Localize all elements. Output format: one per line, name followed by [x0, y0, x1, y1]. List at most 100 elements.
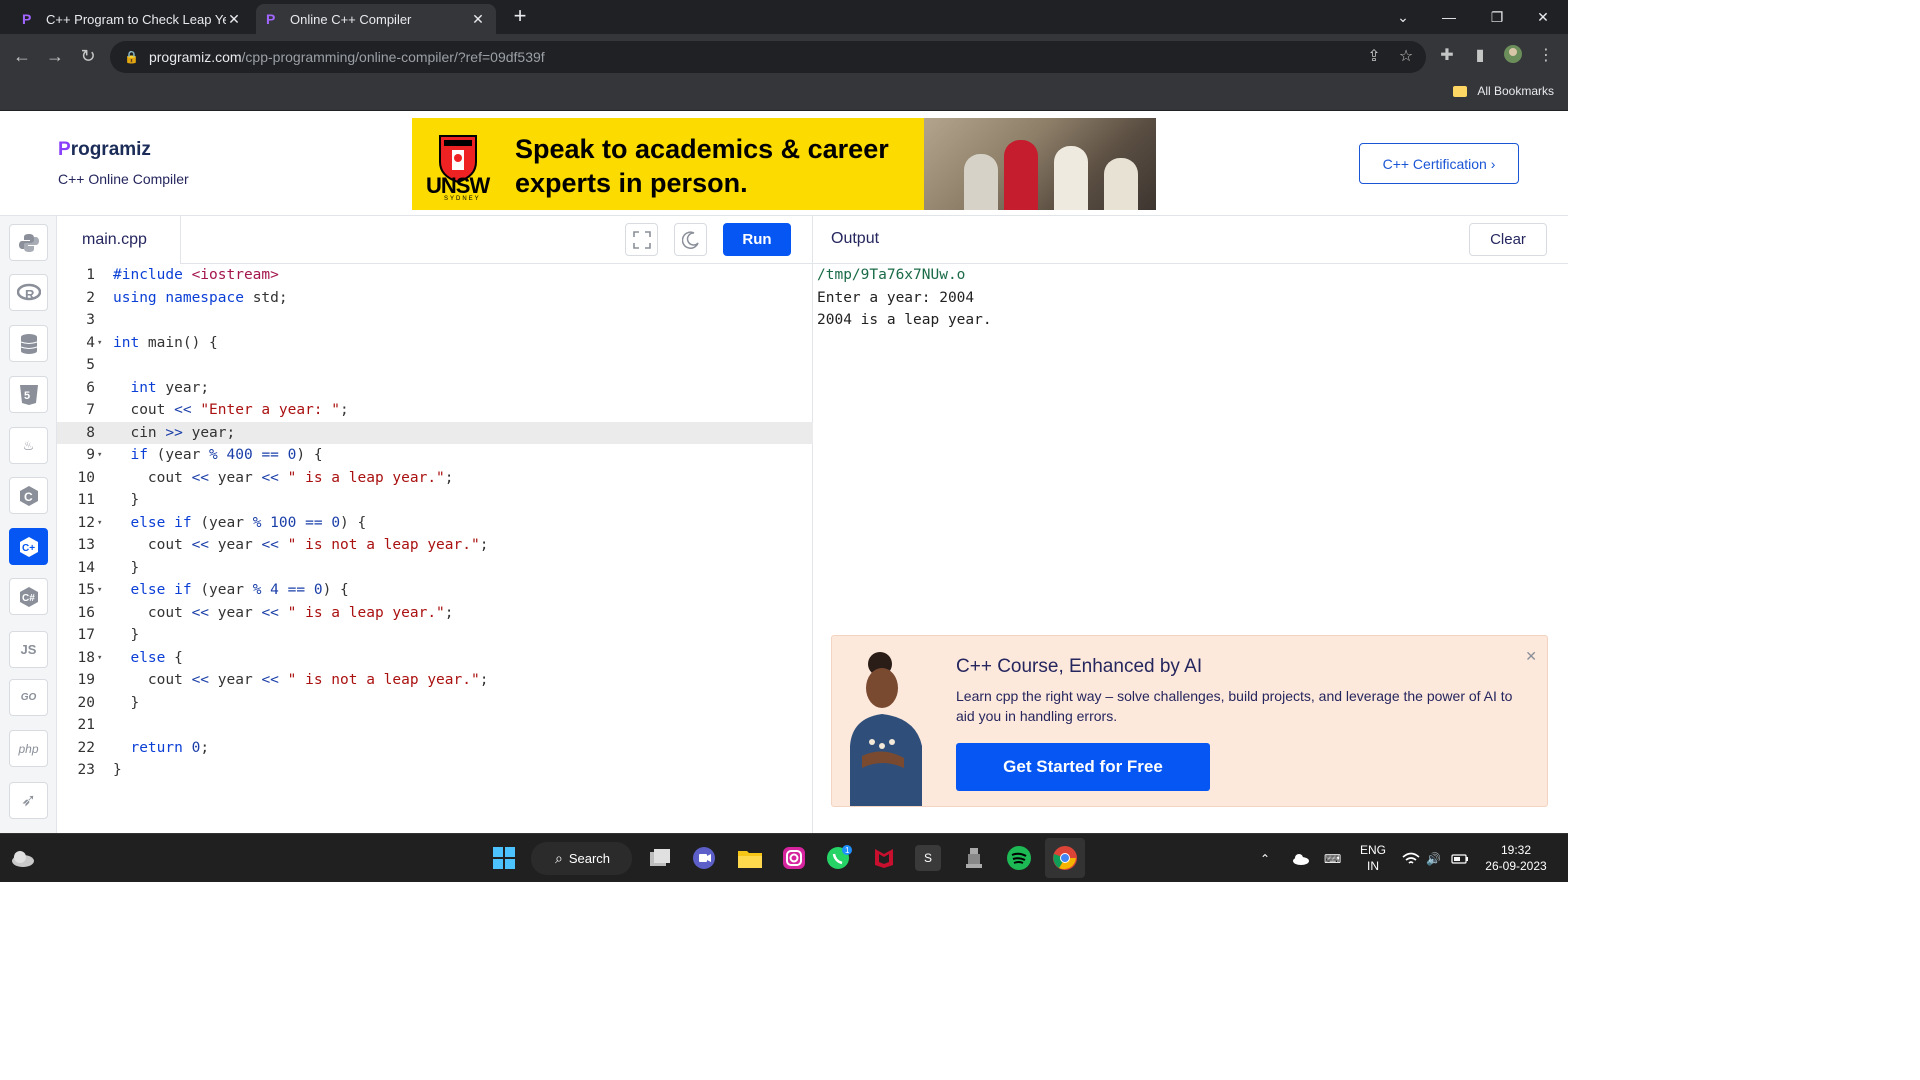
file-explorer-icon[interactable] — [736, 844, 764, 872]
output-console[interactable]: /tmp/9Ta76x7NUw.o Enter a year: 2004 200… — [817, 264, 992, 332]
html5-icon[interactable]: 5 — [9, 376, 48, 413]
code-line[interactable]: 10 cout << year << " is a leap year."; — [57, 467, 813, 490]
weather-icon[interactable] — [9, 844, 37, 872]
code-line[interactable]: 13 cout << year << " is not a leap year.… — [57, 534, 813, 557]
whatsapp-icon[interactable]: 1 — [825, 844, 853, 872]
code-line[interactable]: 11 } — [57, 489, 813, 512]
close-ad-icon[interactable]: ✕ — [1525, 648, 1537, 665]
extensions-icon[interactable]: ✚ — [1435, 44, 1459, 68]
fold-arrow-icon[interactable]: ▾ — [97, 332, 102, 355]
onedrive-icon[interactable] — [1292, 834, 1310, 883]
go-icon[interactable]: GO — [9, 679, 48, 716]
csharp-icon[interactable]: C# — [9, 578, 48, 615]
tab-search-icon[interactable]: ⌄ — [1380, 0, 1426, 34]
cpp-icon[interactable]: C+ — [9, 528, 48, 565]
programiz-logo[interactable]: Programiz — [58, 139, 151, 161]
mcafee-icon[interactable] — [870, 844, 898, 872]
side-panel-icon[interactable]: ▮ — [1468, 44, 1492, 68]
python-icon[interactable] — [9, 224, 48, 261]
code-line[interactable]: 5 — [57, 354, 813, 377]
instagram-icon[interactable] — [780, 844, 808, 872]
minimize-icon[interactable]: — — [1426, 0, 1472, 34]
chrome-icon[interactable] — [1045, 838, 1085, 878]
output-header: Output Clear — [813, 216, 1568, 264]
get-started-button[interactable]: Get Started for Free — [956, 743, 1210, 791]
fold-arrow-icon[interactable]: ▾ — [97, 512, 102, 535]
dark-mode-icon[interactable] — [674, 223, 707, 256]
close-window-icon[interactable]: ✕ — [1520, 0, 1566, 34]
new-tab-icon[interactable]: + — [508, 5, 532, 29]
address-bar[interactable]: 🔒 programiz.com/cpp-programming/online-c… — [110, 41, 1426, 73]
code-line[interactable]: 6 int year; — [57, 377, 813, 400]
file-tab-main-cpp[interactable]: main.cpp — [57, 216, 181, 264]
unsw-ad-banner[interactable]: UNSW SYDNEY Speak to academics & career … — [412, 118, 1156, 210]
r-icon[interactable]: R — [9, 274, 48, 311]
code-line[interactable]: 15 ▾ else if (year % 4 == 0) { — [57, 579, 813, 602]
fold-arrow-icon[interactable]: ▾ — [97, 579, 102, 602]
fold-arrow-icon[interactable]: ▾ — [97, 647, 102, 670]
code-line[interactable]: 12 ▾ else if (year % 100 == 0) { — [57, 512, 813, 535]
task-view-icon[interactable] — [646, 844, 674, 872]
back-icon[interactable]: ← — [10, 44, 34, 68]
code-line[interactable]: 3 — [57, 309, 813, 332]
code-line[interactable]: 20 } — [57, 692, 813, 715]
close-tab-icon[interactable]: ✕ — [226, 11, 242, 28]
swift-icon[interactable]: ➶ — [9, 782, 48, 819]
browser-tab-leap-year[interactable]: P C++ Program to Check Leap Year ✕ — [12, 4, 252, 34]
c-icon[interactable]: C — [9, 477, 48, 514]
fullscreen-icon[interactable] — [625, 223, 658, 256]
code-line[interactable]: 4 ▾ int main() { — [57, 332, 813, 355]
line-number: 5 — [86, 357, 95, 373]
browser-tab-compiler[interactable]: P Online C++ Compiler ✕ — [256, 4, 496, 34]
taskbar-search[interactable]: ⌕ Search — [531, 842, 632, 875]
code-line[interactable]: 7 cout << "Enter a year: "; — [57, 399, 813, 422]
wifi-icon[interactable] — [1402, 834, 1420, 883]
code-line[interactable]: 1 #include <iostream> — [57, 264, 813, 287]
code-line[interactable]: 16 cout << year << " is a leap year."; — [57, 602, 813, 625]
system-clock[interactable]: 19:32 26-09-2023 — [1480, 842, 1552, 874]
all-bookmarks[interactable]: All Bookmarks — [1453, 84, 1554, 98]
windows-start-icon[interactable] — [490, 844, 518, 872]
profile-avatar[interactable] — [1501, 44, 1525, 68]
code-line[interactable]: 8 cin >> year; — [57, 421, 813, 444]
course-ad-card: C++ Course, Enhanced by AI Learn cpp the… — [831, 635, 1548, 807]
keyboard-icon[interactable]: ⌨ — [1324, 834, 1341, 883]
spotify-icon[interactable] — [1005, 844, 1033, 872]
code-line[interactable]: 14 } — [57, 557, 813, 580]
close-tab-icon[interactable]: ✕ — [470, 11, 486, 28]
php-icon[interactable]: php — [9, 730, 48, 767]
emblem-app-icon[interactable] — [960, 844, 988, 872]
code-area[interactable]: 1 #include <iostream> 2 using namespace std… — [57, 264, 813, 782]
code-text: } — [113, 762, 122, 778]
app-s-icon[interactable]: S — [915, 845, 941, 871]
language-line-1: ENG — [1359, 843, 1386, 857]
java-icon[interactable]: ♨ — [9, 427, 48, 464]
code-line[interactable]: 19 cout << year << " is not a leap year.… — [57, 669, 813, 692]
browser-tab-strip: P C++ Program to Check Leap Year ✕ P Onl… — [0, 0, 1568, 34]
restore-icon[interactable]: ❐ — [1474, 0, 1520, 34]
code-line[interactable]: 17 } — [57, 624, 813, 647]
run-button[interactable]: Run — [723, 223, 791, 256]
reload-icon[interactable]: ↻ — [76, 44, 100, 68]
menu-kebab-icon[interactable]: ⋮ — [1534, 44, 1558, 68]
cpp-certification-button[interactable]: C++ Certification › — [1359, 143, 1519, 184]
tray-overflow-icon[interactable]: ⌃ — [1260, 834, 1270, 883]
teams-chat-icon[interactable] — [690, 844, 718, 872]
clear-button[interactable]: Clear — [1469, 223, 1547, 256]
battery-icon[interactable] — [1451, 834, 1469, 883]
fold-arrow-icon[interactable]: ▾ — [97, 444, 102, 467]
js-icon[interactable]: JS — [9, 631, 48, 668]
sql-icon[interactable] — [9, 325, 48, 362]
language-indicator[interactable]: ENG IN — [1356, 842, 1390, 874]
code-line[interactable]: 18 ▾ else { — [57, 647, 813, 670]
bookmark-star-icon[interactable]: ☆ — [1394, 45, 1418, 69]
code-line[interactable]: 21 — [57, 714, 813, 737]
code-line[interactable]: 22 return 0; — [57, 737, 813, 760]
code-line[interactable]: 2 using namespace std; — [57, 287, 813, 310]
volume-icon[interactable]: 🔊 — [1426, 834, 1441, 883]
code-line[interactable]: 9 ▾ if (year % 400 == 0) { — [57, 444, 813, 467]
code-text: cout << "Enter a year: "; — [113, 402, 349, 418]
forward-icon[interactable]: → — [43, 44, 67, 68]
code-line[interactable]: 23} — [57, 759, 813, 782]
share-icon[interactable]: ⇪ — [1362, 45, 1386, 69]
